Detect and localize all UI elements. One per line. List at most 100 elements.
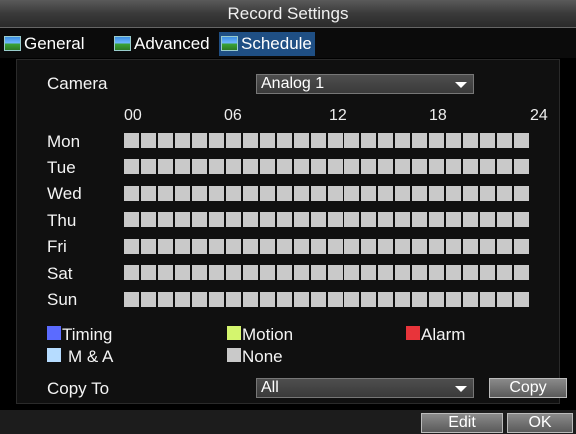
schedule-slot[interactable] — [429, 186, 444, 201]
schedule-slot[interactable] — [277, 212, 292, 227]
schedule-slot[interactable] — [277, 159, 292, 174]
schedule-slot[interactable] — [294, 186, 309, 201]
schedule-slot[interactable] — [463, 292, 478, 307]
schedule-slot[interactable] — [463, 265, 478, 280]
schedule-slot[interactable] — [226, 186, 241, 201]
schedule-slot[interactable] — [124, 239, 139, 254]
schedule-slot[interactable] — [361, 212, 376, 227]
schedule-slot[interactable] — [277, 186, 292, 201]
schedule-slot[interactable] — [446, 212, 461, 227]
schedule-slot[interactable] — [378, 159, 393, 174]
schedule-slot[interactable] — [294, 239, 309, 254]
schedule-slot[interactable] — [158, 159, 173, 174]
edit-button[interactable]: Edit — [421, 413, 503, 433]
schedule-slot[interactable] — [175, 186, 190, 201]
schedule-slot[interactable] — [124, 186, 139, 201]
schedule-slot[interactable] — [243, 239, 258, 254]
schedule-slot[interactable] — [277, 239, 292, 254]
schedule-slot[interactable] — [514, 186, 529, 201]
schedule-slot[interactable] — [429, 265, 444, 280]
schedule-slot[interactable] — [226, 159, 241, 174]
schedule-slot[interactable] — [344, 292, 359, 307]
schedule-slot[interactable] — [429, 292, 444, 307]
schedule-slot[interactable] — [361, 133, 376, 148]
schedule-slot[interactable] — [497, 186, 512, 201]
ok-button[interactable]: OK — [507, 413, 573, 433]
schedule-slot[interactable] — [124, 133, 139, 148]
schedule-slot[interactable] — [514, 133, 529, 148]
schedule-slot[interactable] — [124, 212, 139, 227]
tab-general[interactable]: General — [2, 32, 87, 56]
schedule-row-sun[interactable] — [124, 292, 531, 307]
schedule-slot[interactable] — [463, 159, 478, 174]
schedule-slot[interactable] — [378, 292, 393, 307]
schedule-slot[interactable] — [378, 265, 393, 280]
schedule-slot[interactable] — [260, 133, 275, 148]
schedule-slot[interactable] — [463, 186, 478, 201]
schedule-slot[interactable] — [514, 212, 529, 227]
schedule-slot[interactable] — [192, 212, 207, 227]
schedule-slot[interactable] — [497, 159, 512, 174]
schedule-slot[interactable] — [395, 292, 410, 307]
schedule-slot[interactable] — [378, 212, 393, 227]
schedule-slot[interactable] — [192, 159, 207, 174]
schedule-slot[interactable] — [294, 133, 309, 148]
tab-schedule[interactable]: Schedule — [219, 32, 315, 56]
schedule-slot[interactable] — [175, 265, 190, 280]
schedule-slot[interactable] — [141, 186, 156, 201]
schedule-slot[interactable] — [277, 265, 292, 280]
schedule-slot[interactable] — [514, 239, 529, 254]
schedule-slot[interactable] — [158, 186, 173, 201]
schedule-slot[interactable] — [463, 212, 478, 227]
schedule-slot[interactable] — [277, 133, 292, 148]
schedule-slot[interactable] — [192, 133, 207, 148]
schedule-slot[interactable] — [344, 239, 359, 254]
schedule-slot[interactable] — [480, 239, 495, 254]
schedule-slot[interactable] — [192, 186, 207, 201]
schedule-slot[interactable] — [463, 133, 478, 148]
schedule-slot[interactable] — [124, 292, 139, 307]
schedule-slot[interactable] — [446, 186, 461, 201]
schedule-slot[interactable] — [497, 265, 512, 280]
schedule-slot[interactable] — [175, 133, 190, 148]
copy-button[interactable]: Copy — [489, 378, 567, 398]
schedule-slot[interactable] — [175, 159, 190, 174]
schedule-slot[interactable] — [395, 239, 410, 254]
schedule-slot[interactable] — [395, 133, 410, 148]
schedule-slot[interactable] — [158, 265, 173, 280]
schedule-slot[interactable] — [311, 239, 326, 254]
schedule-slot[interactable] — [294, 212, 309, 227]
schedule-slot[interactable] — [243, 212, 258, 227]
schedule-slot[interactable] — [192, 265, 207, 280]
schedule-slot[interactable] — [429, 239, 444, 254]
schedule-slot[interactable] — [497, 292, 512, 307]
schedule-slot[interactable] — [311, 212, 326, 227]
schedule-slot[interactable] — [328, 265, 343, 280]
schedule-slot[interactable] — [446, 133, 461, 148]
schedule-slot[interactable] — [175, 212, 190, 227]
schedule-slot[interactable] — [226, 133, 241, 148]
schedule-slot[interactable] — [328, 133, 343, 148]
schedule-slot[interactable] — [158, 212, 173, 227]
schedule-slot[interactable] — [311, 292, 326, 307]
schedule-slot[interactable] — [446, 239, 461, 254]
schedule-slot[interactable] — [124, 265, 139, 280]
schedule-slot[interactable] — [260, 239, 275, 254]
schedule-slot[interactable] — [260, 212, 275, 227]
schedule-slot[interactable] — [361, 186, 376, 201]
schedule-slot[interactable] — [429, 212, 444, 227]
schedule-slot[interactable] — [395, 159, 410, 174]
schedule-slot[interactable] — [344, 186, 359, 201]
schedule-slot[interactable] — [395, 212, 410, 227]
schedule-slot[interactable] — [311, 186, 326, 201]
schedule-slot[interactable] — [328, 159, 343, 174]
tab-advanced[interactable]: Advanced — [112, 32, 213, 56]
schedule-slot[interactable] — [514, 159, 529, 174]
schedule-slot[interactable] — [141, 212, 156, 227]
schedule-row-tue[interactable] — [124, 159, 531, 174]
schedule-slot[interactable] — [412, 265, 427, 280]
schedule-slot[interactable] — [344, 159, 359, 174]
schedule-slot[interactable] — [243, 265, 258, 280]
schedule-slot[interactable] — [209, 292, 224, 307]
schedule-slot[interactable] — [497, 212, 512, 227]
